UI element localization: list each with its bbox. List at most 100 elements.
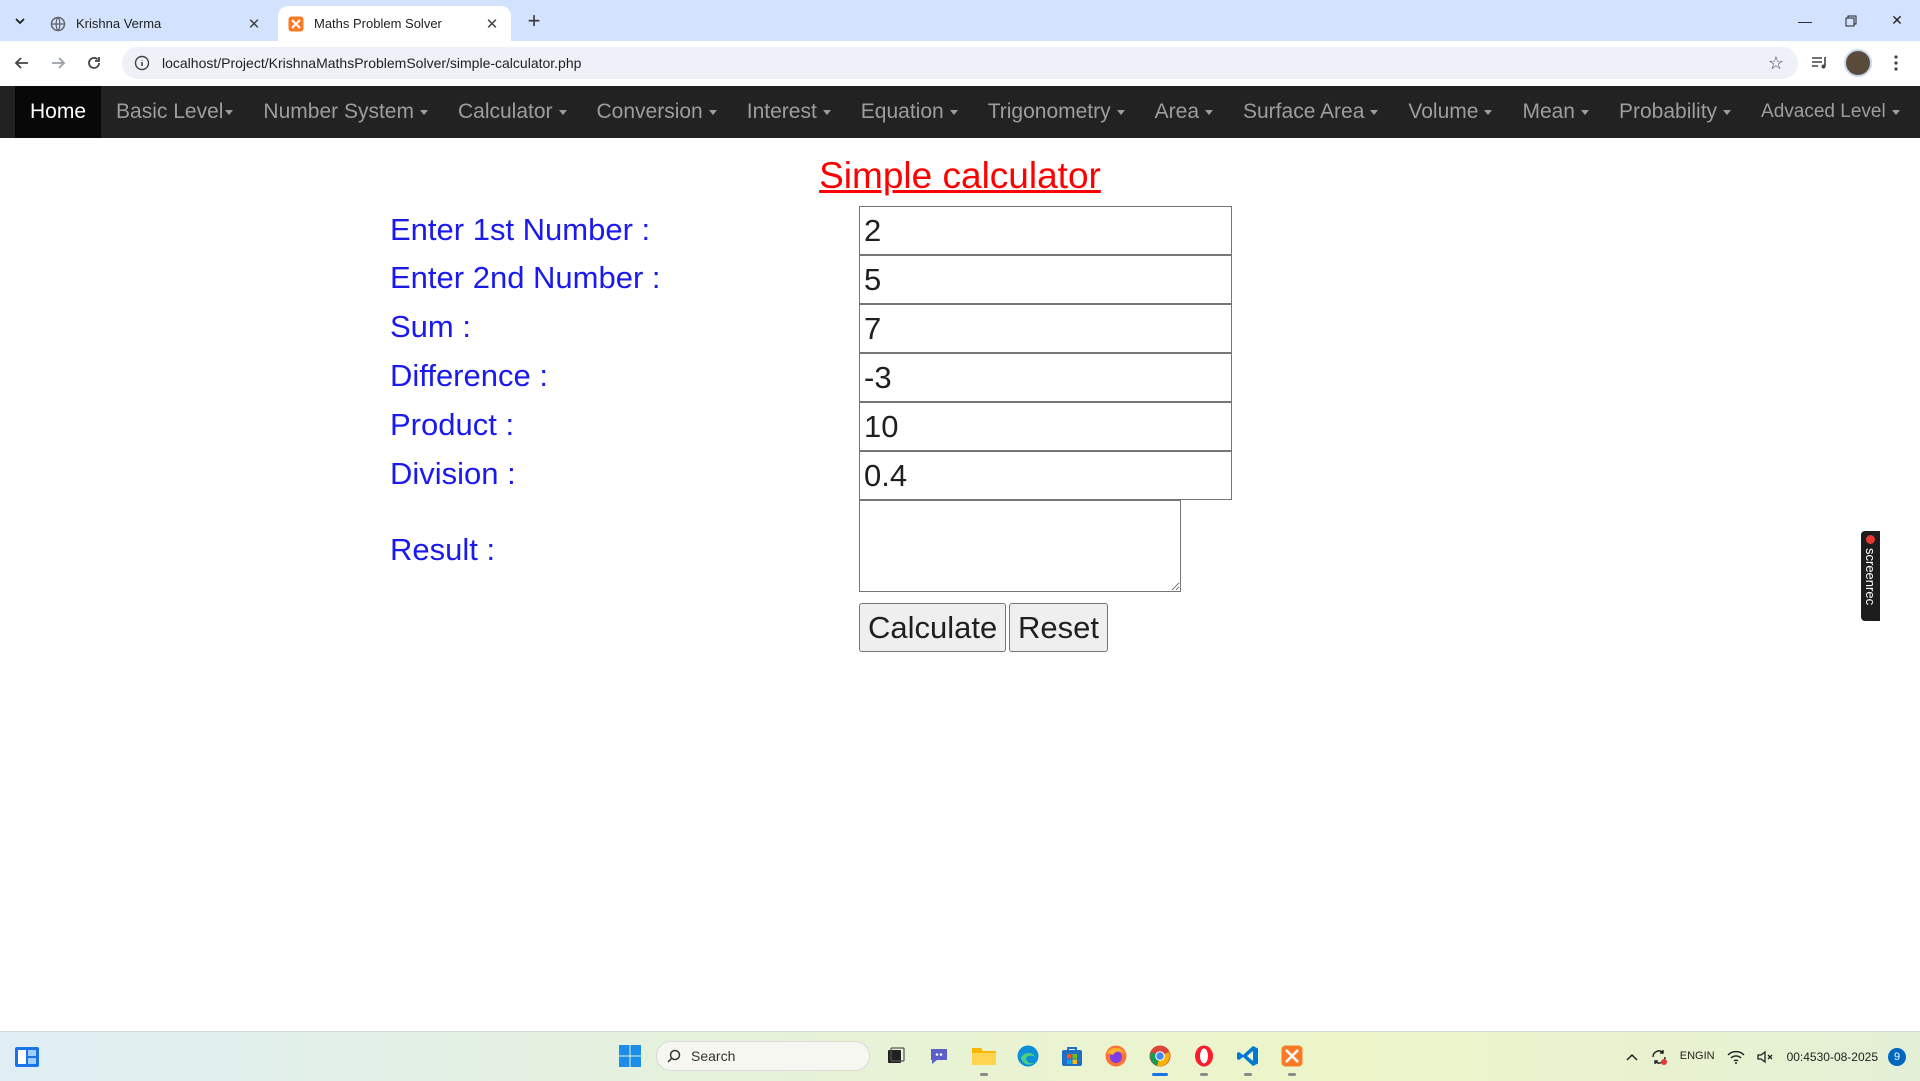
address-bar[interactable]: localhost/Project/KrishnaMathsProblemSol… [122,47,1798,79]
sum-output[interactable] [859,304,1232,353]
sync-status-icon[interactable] [1650,1048,1668,1066]
caret-down-icon [1580,109,1589,115]
nav-label: Interest [746,100,817,123]
caret-down-icon [1723,109,1732,115]
first-number-input[interactable] [859,206,1232,255]
show-hidden-icons-icon[interactable] [1626,1053,1638,1061]
nav-interest[interactable]: Interest [732,86,846,138]
nav-label: Mean [1522,100,1575,123]
nav-surface-area[interactable]: Surface Area [1228,86,1393,138]
windows-start-icon[interactable] [612,1038,648,1074]
edge-browser-icon[interactable] [1010,1038,1046,1074]
close-tab-icon[interactable]: ✕ [245,15,263,33]
tab-search-button[interactable] [8,9,32,33]
close-tab-icon[interactable]: ✕ [483,15,501,33]
caret-down-icon [1205,109,1213,115]
nav-volume[interactable]: Volume [1393,86,1507,138]
clock[interactable]: 00:45 30-08-2025 [1787,1049,1878,1065]
page-title: Simple calculator [819,155,1101,196]
volume-muted-icon[interactable] [1756,1050,1775,1064]
result-textarea[interactable] [859,500,1181,592]
reset-button[interactable]: Reset [1009,603,1108,652]
back-icon[interactable] [8,49,36,77]
division-label: Division : [390,456,516,491]
caret-down-icon [1891,109,1900,115]
close-window-icon[interactable]: ✕ [1874,0,1920,41]
forward-icon[interactable] [44,49,72,77]
restore-icon[interactable] [1828,0,1874,41]
tab-title: Krishna Verma [76,16,162,31]
nav-label: Equation [860,100,944,123]
nav-label: Number System [263,100,414,123]
caret-down-icon [1484,109,1493,115]
language-indicator[interactable]: ENG IN [1680,1049,1715,1064]
opera-icon[interactable] [1186,1038,1222,1076]
notification-badge[interactable]: 9 [1888,1047,1906,1066]
microsoft-store-icon[interactable] [1054,1038,1090,1074]
browser-tab-maths-problem-solver[interactable]: Maths Problem Solver ✕ [278,6,511,41]
chevron-down-icon [15,18,25,25]
chrome-icon[interactable] [1142,1038,1178,1076]
file-explorer-icon[interactable] [966,1038,1002,1076]
xampp-icon [288,16,304,31]
nav-label: Advaced Level [1761,101,1886,122]
nav-label: Surface Area [1243,100,1365,123]
taskbar: Search ENG IN 00:45 30-08-2025 9 [0,1031,1920,1081]
more-menu-icon[interactable] [1882,49,1910,77]
media-control-icon[interactable] [1806,49,1834,77]
taskbar-search-box[interactable]: Search [656,1041,870,1071]
nav-number-system[interactable]: Number System [248,86,443,138]
system-tray: ENG IN 00:45 30-08-2025 9 [1626,1032,1920,1081]
product-output[interactable] [859,402,1232,451]
new-tab-button[interactable]: + [520,8,548,36]
caret-down-icon [708,109,717,115]
search-placeholder: Search [691,1048,736,1064]
screenrec-label: screenrec [1863,548,1878,606]
task-view-icon[interactable] [878,1038,914,1074]
taskbar-apps: Search [612,1038,1310,1076]
nav-mean[interactable]: Mean [1507,86,1604,138]
calculate-button[interactable]: Calculate [859,603,1007,652]
window-controls: — ✕ [1782,0,1920,41]
nav-label: Area [1154,100,1199,123]
language-code: ENG [1679,1050,1704,1062]
nav-basic-level[interactable]: Basic Level [101,86,248,138]
xampp-taskbar-icon[interactable] [1274,1038,1310,1076]
reload-icon[interactable] [80,49,108,77]
difference-label: Difference : [390,358,548,393]
nav-probability[interactable]: Probability [1604,86,1746,138]
result-label: Result : [390,532,496,567]
record-dot-icon [1866,535,1875,544]
caret-down-icon [822,109,831,115]
bookmark-star-icon[interactable]: ☆ [1768,53,1784,74]
firefox-icon[interactable] [1098,1038,1134,1074]
nav-trigonometry[interactable]: Trigonometry [973,86,1140,138]
nav-home[interactable]: Home [15,86,102,138]
difference-output[interactable] [859,353,1232,402]
nav-label: Conversion [596,100,703,123]
teams-chat-icon[interactable] [922,1038,958,1074]
nav-advanced-level[interactable]: Advaced Level [1746,86,1915,138]
division-output[interactable] [859,451,1232,500]
minimize-icon[interactable]: — [1782,0,1828,41]
nav-calculator[interactable]: Calculator [443,86,582,138]
nav-conversion[interactable]: Conversion [582,86,732,138]
second-number-label: Enter 2nd Number : [390,260,661,295]
caret-down-icon [949,109,958,115]
caret-down-icon [1116,109,1125,115]
site-info-icon[interactable] [132,53,152,73]
screenrec-widget[interactable]: screenrec [1861,531,1880,621]
first-number-label: Enter 1st Number : [390,212,651,247]
nav-label: Basic Level [116,100,224,123]
nav-label: Volume [1408,100,1479,123]
widgets-icon[interactable] [14,1044,40,1070]
browser-tab-krishna-verma[interactable]: Krishna Verma ✕ [40,6,273,41]
globe-icon [50,16,66,31]
second-number-input[interactable] [859,255,1232,304]
profile-avatar[interactable] [1844,49,1872,77]
nav-equation[interactable]: Equation [846,86,973,138]
nav-area[interactable]: Area [1140,86,1228,138]
vscode-icon[interactable] [1230,1038,1266,1076]
wifi-icon[interactable] [1727,1050,1745,1064]
toolbar-actions [1806,49,1910,77]
